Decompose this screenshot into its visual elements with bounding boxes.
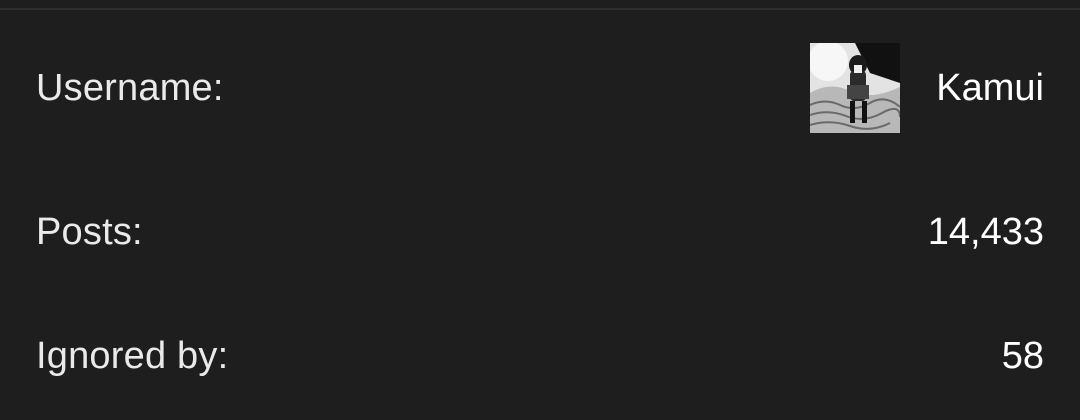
username-value: Kamui bbox=[936, 66, 1044, 109]
ignored-label: Ignored by: bbox=[36, 334, 229, 377]
top-divider bbox=[0, 8, 1080, 10]
ignored-value: 58 bbox=[1001, 334, 1044, 377]
posts-row: Posts: 14,433 bbox=[0, 190, 1080, 274]
posts-label: Posts: bbox=[36, 210, 143, 253]
username-row: Username: Kamui bbox=[0, 42, 1080, 134]
username-value-group[interactable]: Kamui bbox=[810, 43, 1044, 133]
posts-value[interactable]: 14,433 bbox=[928, 211, 1044, 254]
avatar-image-icon bbox=[810, 43, 901, 133]
username-label: Username: bbox=[36, 66, 224, 109]
avatar[interactable] bbox=[810, 43, 901, 133]
ignored-row: Ignored by: 58 bbox=[0, 314, 1080, 398]
